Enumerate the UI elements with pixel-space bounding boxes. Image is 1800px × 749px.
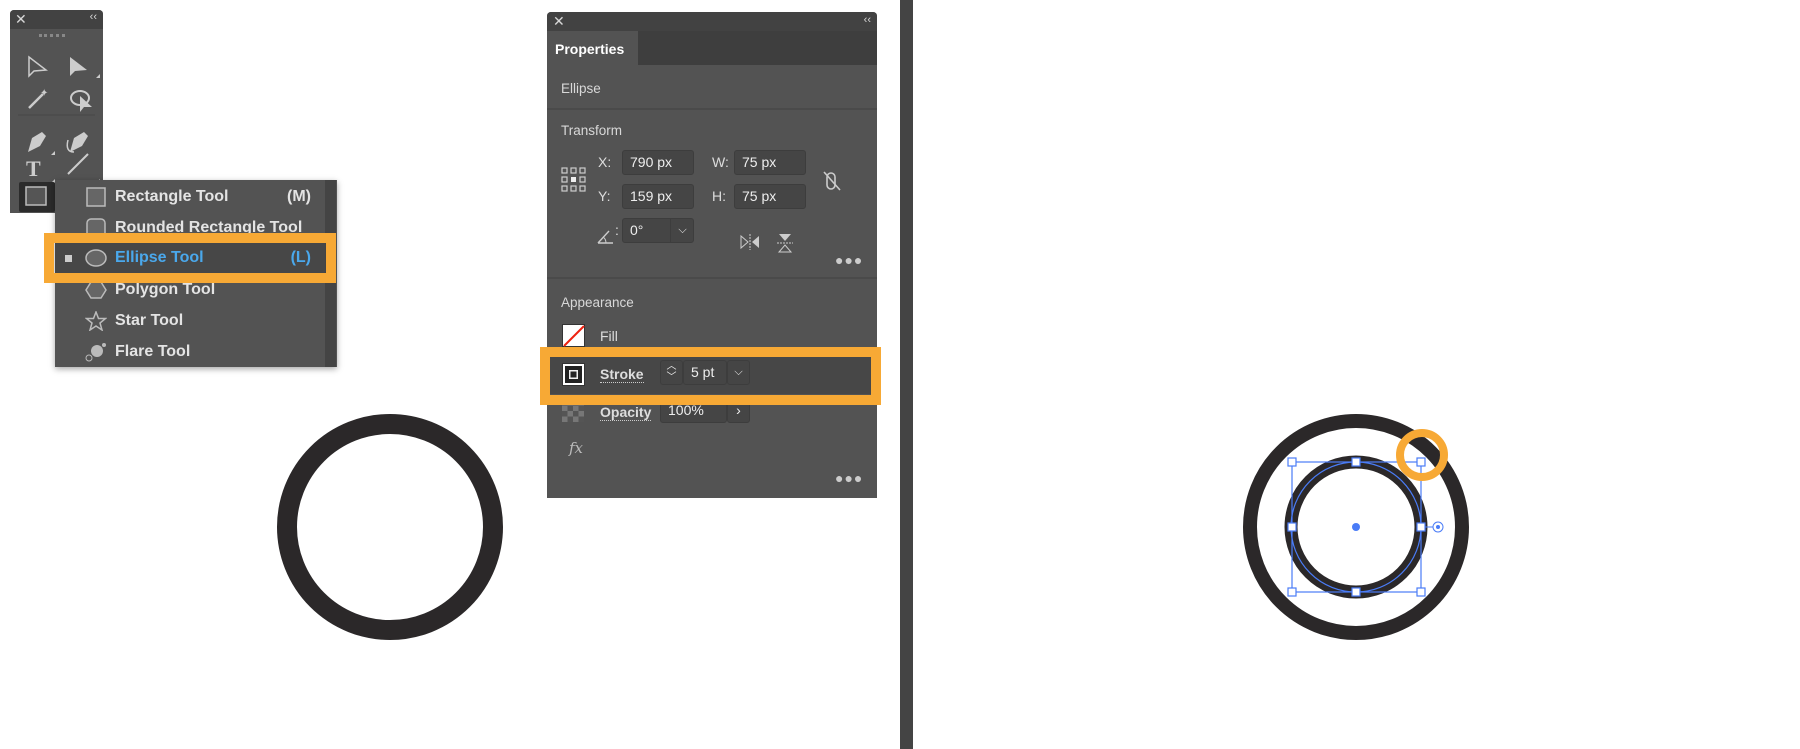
fill-none-swatch[interactable]: [562, 324, 585, 347]
angle-label: :: [615, 222, 619, 238]
magic-wand-icon[interactable]: ✦: [28, 88, 48, 109]
close-icon[interactable]: ✕: [553, 13, 565, 30]
panel-header: ✕ ‹‹: [547, 12, 877, 31]
tab-bar: [638, 31, 877, 65]
menu-item-label: Polygon Tool: [115, 281, 216, 298]
flip-horizontal-icon[interactable]: [740, 234, 760, 250]
menu-item-star-tool[interactable]: Star Tool: [55, 306, 325, 336]
collapse-icon[interactable]: ‹‹: [864, 14, 871, 26]
menu-item-label: Star Tool: [115, 312, 184, 329]
properties-panel: ✕ ‹‹ Properties Ellipse Transform X: 790…: [547, 12, 877, 498]
divider: [547, 277, 877, 279]
more-options-icon[interactable]: ●●●: [835, 252, 863, 268]
line-tool-icon[interactable]: [67, 153, 89, 175]
opacity-label[interactable]: Opacity: [600, 404, 652, 421]
reference-point-icon[interactable]: [561, 167, 587, 193]
menu-item-rectangle-tool[interactable]: Rectangle Tool (M): [55, 182, 325, 212]
height-input[interactable]: 75 px: [734, 184, 806, 209]
more-options-icon[interactable]: ●●●: [835, 470, 863, 486]
polygon-icon: [85, 281, 107, 299]
type-tool-icon[interactable]: T: [26, 156, 41, 181]
y-input[interactable]: 159 px: [622, 184, 694, 209]
stroke-highlight: [540, 347, 881, 405]
rectangle-tool-icon[interactable]: [25, 186, 47, 206]
constrain-proportions-icon[interactable]: [822, 170, 842, 192]
angle-value: 0°: [630, 222, 644, 238]
x-input[interactable]: 790 px: [622, 150, 694, 175]
object-type-label: Ellipse: [561, 81, 601, 96]
right-canvas: [1243, 414, 1469, 640]
menu-item-label: Flare Tool: [115, 343, 191, 360]
flip-vertical-icon[interactable]: [777, 233, 793, 253]
menu-item-shortcut: (M): [287, 188, 311, 205]
pen-tool-icon[interactable]: [28, 132, 55, 155]
tab-properties[interactable]: Properties: [555, 41, 624, 57]
transform-heading: Transform: [561, 123, 623, 138]
canvas-ellipse[interactable]: [270, 407, 510, 647]
panel-divider: [900, 0, 913, 749]
angle-input[interactable]: 0° ⌵: [622, 218, 694, 243]
curvature-tool-icon[interactable]: [66, 132, 88, 153]
rotate-angle-icon: [597, 230, 613, 244]
appearance-heading: Appearance: [561, 295, 634, 310]
effects-fx-icon[interactable]: fx: [569, 439, 583, 457]
width-input[interactable]: 75 px: [734, 150, 806, 175]
x-label: X:: [598, 154, 612, 170]
flare-icon: [85, 343, 106, 362]
center-point: [1352, 523, 1360, 531]
chevron-down-icon[interactable]: ⌵: [670, 219, 694, 242]
ellipse-tool-highlight: [44, 233, 336, 283]
selection-tool-icon[interactable]: [28, 55, 49, 78]
menu-item-label: Rectangle Tool: [115, 188, 229, 205]
divider: [547, 108, 877, 110]
star-icon: [85, 311, 107, 331]
direct-selection-tool-icon[interactable]: [70, 57, 100, 78]
fill-label: Fill: [600, 328, 618, 344]
lasso-icon[interactable]: [70, 90, 92, 112]
w-label: W:: [712, 154, 729, 170]
svg-text:✦: ✦: [40, 88, 48, 99]
y-label: Y:: [598, 188, 611, 204]
rectangle-icon: [86, 187, 106, 207]
menu-item-flare-tool[interactable]: Flare Tool: [55, 337, 325, 367]
h-label: H:: [712, 188, 726, 204]
